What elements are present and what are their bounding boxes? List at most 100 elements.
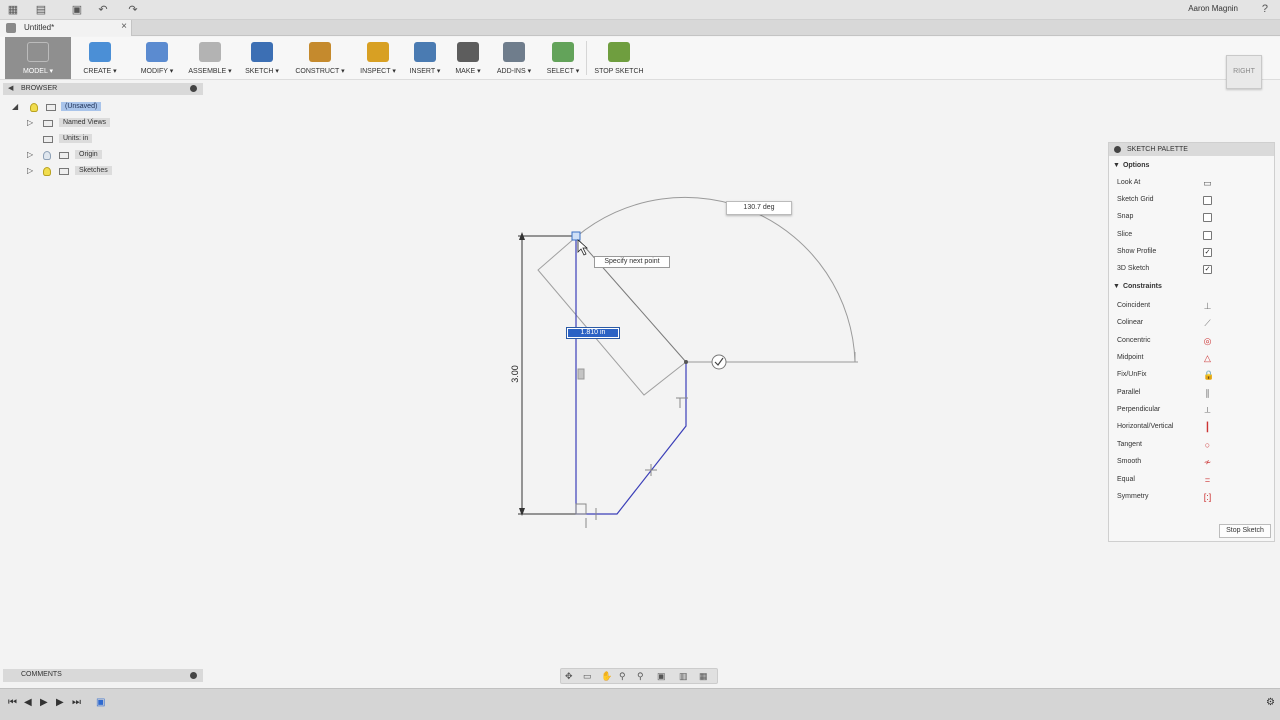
- constraint-colinear[interactable]: Colinear ⟋: [1117, 317, 1267, 331]
- smooth-icon[interactable]: ≁: [1203, 458, 1212, 467]
- constraint-label: Perpendicular: [1117, 406, 1161, 414]
- cursor-icon: [577, 239, 589, 256]
- navigation-bar: ✥ ▭ ✋ ⚲ ⚲ ▣ ▥ ▦: [560, 668, 718, 684]
- midpoint-icon[interactable]: △: [1203, 354, 1212, 363]
- view-cube-face[interactable]: RIGHT: [1227, 68, 1261, 75]
- ok-check-icon[interactable]: [711, 354, 727, 370]
- zoom-icon[interactable]: ⚲: [619, 671, 626, 682]
- collapse-triangle-icon[interactable]: ▼: [1113, 162, 1120, 169]
- constraint-label: Concentric: [1117, 336, 1151, 344]
- length-value: 1.810 in: [568, 329, 618, 337]
- option-3d-sketch[interactable]: 3D Sketch ✓: [1117, 263, 1267, 277]
- constraint-equal[interactable]: Equal =: [1117, 474, 1267, 488]
- sketch-palette: SKETCH PALETTE ▼ Options Look At ▭ Sketch…: [1108, 142, 1275, 542]
- constraint-label: Tangent: [1117, 440, 1142, 448]
- sketch-canvas[interactable]: [0, 0, 1280, 720]
- symmetry-icon[interactable]: [:]: [1203, 492, 1212, 502]
- constraint-midpoint[interactable]: Midpoint △: [1117, 352, 1267, 366]
- lock-icon[interactable]: 🔒: [1203, 371, 1214, 380]
- orbit-icon[interactable]: ✥: [565, 671, 573, 682]
- view-cube[interactable]: RIGHT: [1226, 55, 1262, 89]
- step-forward-icon[interactable]: ▶: [56, 697, 64, 708]
- perpendicular-constraint-icon: [575, 503, 587, 515]
- constraint-parallel[interactable]: Parallel ∥: [1117, 387, 1267, 401]
- constraint-label: Horizontal/Vertical: [1117, 423, 1174, 431]
- constraint-horizontal-vertical[interactable]: Horizontal/Vertical ┃: [1117, 421, 1267, 435]
- sketch-palette-title: SKETCH PALETTE: [1127, 146, 1188, 153]
- options-title: Options: [1122, 162, 1150, 169]
- coincident-icon[interactable]: ⊥: [1203, 302, 1212, 311]
- tooltip: Specify next point: [594, 256, 670, 268]
- constraint-coincident[interactable]: Coincident ⊥: [1117, 300, 1267, 314]
- constraint-label: Coincident: [1117, 302, 1151, 309]
- 3d-sketch-checkbox[interactable]: ✓: [1203, 265, 1212, 274]
- stop-sketch-button[interactable]: Stop Sketch: [1219, 524, 1271, 538]
- constraint-label: Equal: [1117, 475, 1135, 483]
- parallel-icon[interactable]: ∥: [1203, 388, 1212, 398]
- sketch-palette-header[interactable]: SKETCH PALETTE: [1109, 143, 1274, 156]
- option-slice[interactable]: Slice: [1117, 229, 1267, 243]
- option-show-profile[interactable]: Show Profile ✓: [1117, 246, 1267, 260]
- sketch-grid-checkbox[interactable]: [1203, 196, 1212, 205]
- option-label: Slice: [1117, 231, 1133, 238]
- equal-icon[interactable]: =: [1203, 475, 1212, 485]
- constraint-fix-unfix[interactable]: Fix/UnFix 🔒: [1117, 369, 1267, 383]
- angle-value: 130.7 deg: [743, 204, 775, 211]
- constraint-label: Smooth: [1117, 458, 1142, 466]
- grid-settings-icon[interactable]: ▥: [679, 671, 688, 682]
- length-input[interactable]: 1.810 in: [566, 327, 620, 339]
- settings-gear-icon[interactable]: ⚙: [1266, 697, 1275, 708]
- colinear-icon[interactable]: ⟋: [1203, 319, 1212, 328]
- vertical-constraint-icon: [577, 368, 585, 380]
- slice-checkbox[interactable]: [1203, 231, 1212, 240]
- go-to-end-icon[interactable]: ⏭: [72, 697, 81, 708]
- option-snap[interactable]: Snap: [1117, 211, 1267, 225]
- play-icon[interactable]: ▶: [40, 697, 48, 708]
- display-settings-icon[interactable]: ▣: [657, 671, 666, 682]
- option-look-at[interactable]: Look At ▭: [1117, 177, 1267, 191]
- constraint-tangent[interactable]: Tangent ○: [1117, 439, 1267, 453]
- pin-icon[interactable]: [1114, 146, 1121, 153]
- constraints-title: Constraints: [1122, 283, 1162, 290]
- active-point[interactable]: [571, 231, 581, 241]
- constraint-label: Parallel: [1117, 388, 1141, 396]
- step-back-icon[interactable]: ◀: [24, 697, 32, 708]
- go-to-start-icon[interactable]: ⏮: [8, 697, 17, 708]
- option-label: Look At: [1117, 179, 1141, 186]
- timeline-bar: ⏮ ◀ ▶ ▶ ⏭ ▣ ⚙: [0, 688, 1280, 720]
- comments-title: COMMENTS: [21, 671, 62, 678]
- timeline-sketch-feature-icon[interactable]: ▣: [96, 697, 105, 708]
- dimension-arrow-bottom: [519, 508, 525, 516]
- constraint-symmetry[interactable]: Symmetry [:]: [1117, 491, 1267, 505]
- snap-checkbox[interactable]: [1203, 213, 1212, 222]
- concentric-icon[interactable]: ◎: [1203, 336, 1212, 346]
- pan-hand-icon[interactable]: ✋: [601, 671, 612, 682]
- constraint-label: Midpoint: [1117, 354, 1144, 362]
- horizontal-vertical-icon[interactable]: ┃: [1203, 423, 1212, 432]
- option-label: Show Profile: [1117, 248, 1157, 255]
- tooltip-text: Specify next point: [604, 258, 660, 265]
- tangent-icon[interactable]: ○: [1203, 440, 1212, 450]
- angle-input[interactable]: 130.7 deg: [726, 201, 792, 215]
- comments-panel[interactable]: COMMENTS: [3, 669, 203, 682]
- viewports-icon[interactable]: ▦: [699, 671, 708, 682]
- option-label: Snap: [1117, 213, 1134, 220]
- option-label: Sketch Grid: [1117, 196, 1154, 203]
- constraint-perpendicular[interactable]: Perpendicular ⟂: [1117, 404, 1267, 418]
- look-at-icon[interactable]: ▭: [583, 671, 592, 682]
- pin-icon[interactable]: [190, 672, 197, 679]
- option-label: 3D Sketch: [1117, 265, 1150, 272]
- perpendicular-icon[interactable]: ⟂: [1203, 406, 1212, 415]
- constraint-label: Symmetry: [1117, 492, 1149, 500]
- option-sketch-grid[interactable]: Sketch Grid: [1117, 194, 1267, 208]
- options-section-header[interactable]: ▼ Options: [1113, 162, 1149, 169]
- sketch-point[interactable]: [684, 360, 688, 364]
- constraints-section-header[interactable]: ▼ Constraints: [1113, 283, 1162, 290]
- constraint-smooth[interactable]: Smooth ≁: [1117, 456, 1267, 470]
- look-at-icon[interactable]: ▭: [1203, 179, 1212, 188]
- constraint-concentric[interactable]: Concentric ◎: [1117, 335, 1267, 349]
- collapse-triangle-icon[interactable]: ▼: [1113, 283, 1120, 290]
- height-dimension-label[interactable]: 3.00: [510, 365, 520, 383]
- zoom-window-icon[interactable]: ⚲: [637, 671, 644, 682]
- show-profile-checkbox[interactable]: ✓: [1203, 248, 1212, 257]
